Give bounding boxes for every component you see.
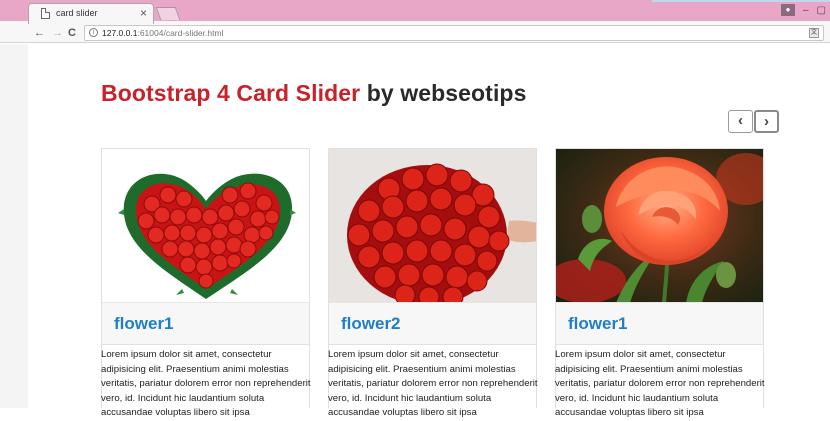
minimize-icon[interactable]: – (803, 5, 809, 16)
info-icon[interactable]: i (89, 28, 98, 37)
card-image (328, 148, 537, 302)
card-3: flower1 Lorem ipsum dolor sit amet, cons… (555, 148, 765, 418)
address-bar[interactable]: i 127.0.0.1:61004/card-slider.html 文 (84, 25, 824, 41)
url-path: :61004/card-slider.html (137, 28, 224, 38)
tabstrip-accent-line (652, 0, 830, 2)
card-image (555, 148, 764, 302)
card-text: Lorem ipsum dolor sit amet, consectetur … (328, 349, 538, 419)
browser-toolbar: ← → C i 127.0.0.1:61004/card-slider.html… (0, 24, 830, 43)
page-left-margin (0, 44, 28, 408)
card-title-band: flower2 (328, 302, 537, 345)
tab-close-icon[interactable]: × (140, 6, 147, 20)
window-controls: ● – ▢ (780, 3, 826, 17)
card-text: Lorem ipsum dolor sit amet, consectetur … (555, 349, 765, 419)
page-title: Bootstrap 4 Card Slider by webseotips (101, 80, 526, 107)
card-title-band: flower1 (555, 302, 764, 345)
new-tab-button[interactable] (155, 7, 181, 20)
card-2: flower2 Lorem ipsum dolor sit amet, cons… (328, 148, 538, 418)
card-image (101, 148, 310, 302)
tab-title: card slider (56, 8, 98, 18)
card-text: Lorem ipsum dolor sit amet, consectetur … (101, 349, 311, 419)
translate-icon[interactable]: 文 (809, 28, 819, 38)
browser-tab-active[interactable]: card slider × (28, 3, 154, 24)
page-content: Bootstrap 4 Card Slider by webseotips ‹ … (0, 44, 830, 418)
card-title-band: flower1 (101, 302, 310, 345)
card-1: flower1 Lorem ipsum dolor sit amet, cons… (101, 148, 311, 418)
red-roses-image (329, 149, 536, 302)
orange-rose-image (556, 149, 763, 302)
user-profile-icon[interactable]: ● (780, 4, 795, 16)
url-host: 127.0.0.1 (102, 28, 138, 38)
maximize-icon[interactable]: ▢ (817, 5, 826, 16)
slider-next-button[interactable]: › (754, 110, 779, 133)
rose-heart-image (102, 149, 309, 302)
page-icon (41, 8, 50, 19)
forward-arrow-icon[interactable]: → (52, 26, 63, 40)
back-arrow-icon[interactable]: ← (34, 26, 45, 40)
slider-prev-button[interactable]: ‹ (728, 110, 753, 133)
page-title-rest: by webseotips (366, 80, 527, 106)
browser-tabstrip: card slider × ● – ▢ (0, 0, 830, 24)
card-title[interactable]: flower1 (568, 314, 628, 334)
page-title-accent: Bootstrap 4 Card Slider (101, 80, 361, 106)
reload-icon[interactable]: C (68, 26, 76, 40)
url-text: 127.0.0.1:61004/card-slider.html (102, 28, 223, 38)
card-title[interactable]: flower2 (341, 314, 401, 334)
card-title[interactable]: flower1 (114, 314, 174, 334)
